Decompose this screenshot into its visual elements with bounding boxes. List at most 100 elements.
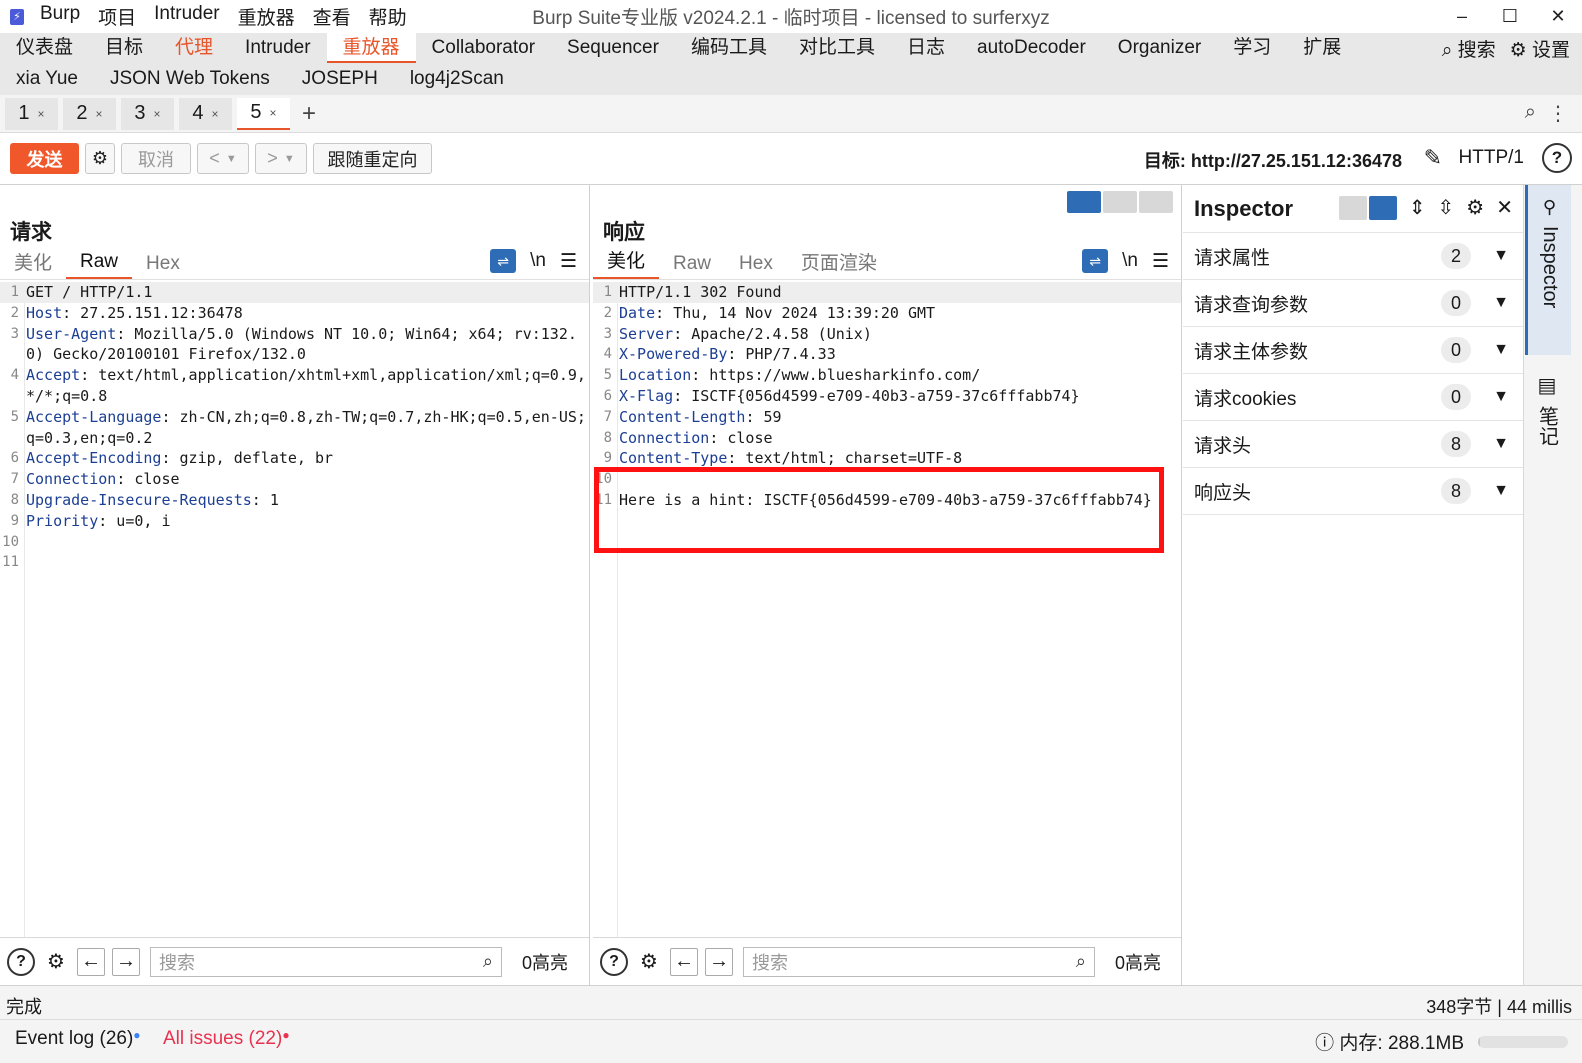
response-panel: 响应 美化 Raw Hex 页面渲染 ⇌ \n ☰ 1 HTTP/1.1 302 … <box>593 185 1182 985</box>
request-tab-hex[interactable]: Hex <box>132 253 194 279</box>
close-icon[interactable]: ✕ <box>1496 195 1513 220</box>
help-icon[interactable]: ? <box>600 947 628 976</box>
request-tab-pretty[interactable]: 美化 <box>0 248 66 279</box>
gear-icon[interactable]: ⚙ <box>635 948 663 976</box>
nav-json-web-tokens[interactable]: JSON Web Tokens <box>94 64 286 94</box>
nav-organizer[interactable]: Organizer <box>1102 33 1217 63</box>
menu-burp[interactable]: Burp <box>40 3 80 30</box>
nav-extensions[interactable]: 扩展 <box>1287 33 1357 63</box>
side-tab-inspector[interactable]: ⚲ Inspector <box>1525 185 1571 355</box>
response-tab-render[interactable]: 页面渲染 <box>787 248 891 279</box>
tab-search-icon[interactable]: ⌕ <box>1525 101 1536 126</box>
request-editor[interactable]: 1 GET / HTTP/1.1 2 Host: 27.25.151.12:3647… <box>0 282 589 937</box>
nav-target[interactable]: 目标 <box>89 33 159 63</box>
maximize-button[interactable]: ☐ <box>1486 0 1534 33</box>
response-tab-pretty[interactable]: 美化 <box>593 246 660 279</box>
collapse-all-icon[interactable]: ⇳ <box>1438 195 1455 220</box>
previous-match-icon[interactable]: ← <box>670 947 698 976</box>
minimize-button[interactable]: – <box>1438 0 1486 33</box>
repeater-tab-5[interactable]: 5 × <box>237 97 290 130</box>
inspector-row-query-params[interactable]: 请求查询参数 0 ▼ <box>1183 280 1523 327</box>
tab-close-icon[interactable]: × <box>154 107 161 121</box>
request-search-bar: ? ⚙ ← → 搜索 ⌕ 0高亮 <box>0 937 589 985</box>
settings-button[interactable]: ⚙ 设置 <box>1510 35 1570 62</box>
inspector-row-body-params[interactable]: 请求主体参数 0 ▼ <box>1183 327 1523 374</box>
help-icon[interactable]: ? <box>1542 143 1572 173</box>
nav-collaborator[interactable]: Collaborator <box>416 33 552 63</box>
show-newlines-button[interactable]: \n <box>530 250 546 272</box>
more-options-icon[interactable]: ⋮ <box>1548 101 1568 126</box>
edit-target-pencil-icon[interactable]: ✎ <box>1424 145 1442 171</box>
http-version[interactable]: HTTP/1 <box>1459 147 1524 169</box>
nav-intruder[interactable]: Intruder <box>229 33 326 63</box>
nav-repeater[interactable]: 重放器 <box>326 33 416 63</box>
menu-intruder[interactable]: Intruder <box>154 3 219 30</box>
tab-close-icon[interactable]: × <box>270 106 277 120</box>
side-tab-notes[interactable]: ▤ 笔记 <box>1524 373 1570 446</box>
nav-learn[interactable]: 学习 <box>1217 33 1287 63</box>
add-tab-icon[interactable]: + <box>302 100 316 128</box>
side-tab-inspector-label: Inspector <box>1539 226 1561 309</box>
follow-redirect-button[interactable]: 跟随重定向 <box>313 143 432 174</box>
inspector-row-cookies[interactable]: 请求cookies 0 ▼ <box>1183 374 1523 421</box>
event-log-link[interactable]: Event log (26)● <box>15 1028 141 1050</box>
menu-project[interactable]: 项目 <box>98 3 136 30</box>
tab-close-icon[interactable]: × <box>212 107 219 121</box>
menu-help[interactable]: 帮助 <box>369 3 407 30</box>
next-match-icon[interactable]: → <box>112 947 140 976</box>
layout-side-by-side-icon[interactable] <box>1067 191 1101 213</box>
history-forward-button[interactable]: > ▼ <box>255 143 307 174</box>
gear-icon[interactable]: ⚙ <box>42 948 70 976</box>
global-search-button[interactable]: ⌕ 搜索 <box>1442 35 1496 62</box>
nav-joseph[interactable]: JOSEPH <box>286 64 394 94</box>
close-window-button[interactable]: ✕ <box>1534 0 1582 33</box>
hamburger-menu-icon[interactable]: ☰ <box>560 250 577 273</box>
request-search-input[interactable]: 搜索 ⌕ <box>150 946 502 977</box>
wrap-lines-icon[interactable]: ⇌ <box>490 249 517 273</box>
nav-xia-yue[interactable]: xia Yue <box>0 64 94 94</box>
nav-decoder[interactable]: 编码工具 <box>675 33 783 63</box>
response-editor[interactable]: 1 HTTP/1.1 302 Found 2 Date: Thu, 14 Nov 2… <box>593 282 1181 937</box>
nav-comparer[interactable]: 对比工具 <box>783 33 891 63</box>
hamburger-menu-icon[interactable]: ☰ <box>1152 250 1169 273</box>
inspector-row-response-headers[interactable]: 响应头 8 ▼ <box>1183 468 1523 515</box>
response-search-bar: ? ⚙ ← → 搜索 ⌕ 0高亮 <box>593 937 1181 985</box>
nav-proxy[interactable]: 代理 <box>159 33 229 63</box>
wrap-lines-icon[interactable]: ⇌ <box>1082 249 1109 273</box>
next-match-icon[interactable]: → <box>705 947 733 976</box>
cancel-button[interactable]: 取消 <box>121 143 191 174</box>
menu-view[interactable]: 查看 <box>313 3 351 30</box>
repeater-tab-2[interactable]: 2 × <box>63 97 116 130</box>
help-icon[interactable]: ? <box>7 947 35 976</box>
send-settings-gear-icon[interactable]: ⚙ <box>85 143 115 174</box>
gear-icon[interactable]: ⚙ <box>1466 195 1484 220</box>
memory-bar-fill <box>1478 1036 1480 1048</box>
all-issues-link[interactable]: All issues (22)● <box>163 1028 290 1050</box>
layout-tabs-icon[interactable] <box>1139 191 1173 213</box>
response-search-input[interactable]: 搜索 ⌕ <box>743 946 1095 977</box>
show-newlines-button[interactable]: \n <box>1122 250 1138 272</box>
repeater-tab-3[interactable]: 3 × <box>121 97 174 130</box>
tab-close-icon[interactable]: × <box>96 107 103 121</box>
inspector-row-request-attributes[interactable]: 请求属性 2 ▼ <box>1183 233 1523 280</box>
nav-logger[interactable]: 日志 <box>891 33 961 63</box>
menu-repeater[interactable]: 重放器 <box>238 3 295 30</box>
nav-sequencer[interactable]: Sequencer <box>551 33 675 63</box>
repeater-tab-4[interactable]: 4 × <box>179 97 232 130</box>
history-back-button[interactable]: < ▼ <box>197 143 249 174</box>
nav-autodecoder[interactable]: autoDecoder <box>961 33 1102 63</box>
send-button[interactable]: 发送 <box>10 143 79 174</box>
nav-dashboard[interactable]: 仪表盘 <box>0 33 89 63</box>
inspector-layout-compact-icon[interactable] <box>1338 195 1367 220</box>
expand-all-icon[interactable]: ⇕ <box>1409 195 1426 220</box>
tab-close-icon[interactable]: × <box>38 107 45 121</box>
repeater-tab-1[interactable]: 1 × <box>5 97 58 130</box>
layout-stacked-icon[interactable] <box>1103 191 1137 213</box>
response-tab-raw[interactable]: Raw <box>659 253 725 279</box>
previous-match-icon[interactable]: ← <box>77 947 105 976</box>
request-tab-raw[interactable]: Raw <box>66 251 133 279</box>
inspector-row-request-headers[interactable]: 请求头 8 ▼ <box>1183 421 1523 468</box>
nav-log4j2scan[interactable]: log4j2Scan <box>394 64 520 94</box>
response-tab-hex[interactable]: Hex <box>725 253 787 279</box>
inspector-layout-wide-icon[interactable] <box>1368 195 1397 220</box>
